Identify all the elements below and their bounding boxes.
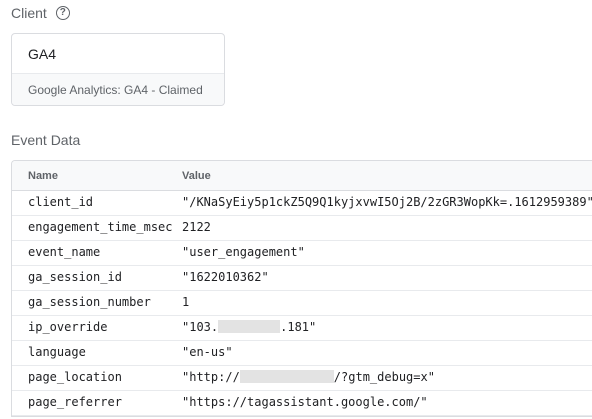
- row-name: ga_session_id: [28, 270, 122, 284]
- row-value: 1: [182, 295, 190, 309]
- table-row: ga_session_id "1622010362": [12, 266, 592, 291]
- row-name: page_referrer: [28, 395, 122, 409]
- row-value-redacted: "http:// /?gtm_debug=x": [182, 370, 435, 384]
- row-value: "user_engagement": [182, 245, 305, 259]
- client-header: Client ?: [11, 3, 70, 23]
- value-prefix: "103.: [182, 320, 219, 334]
- column-header-value: Value: [182, 170, 211, 182]
- table-row: ip_override "103. .181": [12, 316, 592, 341]
- table-header: Name Value: [12, 161, 592, 191]
- event-data-title: Event Data: [11, 132, 81, 148]
- row-value: 2122: [182, 220, 211, 234]
- row-value-redacted: "103. .181": [182, 320, 316, 334]
- client-description: Google Analytics: GA4 - Claimed: [28, 83, 203, 97]
- table-row: ga_session_number 1: [12, 291, 592, 316]
- row-name: client_id: [28, 195, 94, 209]
- row-name: page_location: [28, 370, 122, 384]
- row-value: "1622010362": [182, 270, 269, 284]
- column-header-name: Name: [28, 170, 58, 182]
- table-row: page_referrer "https://tagassistant.goog…: [12, 391, 592, 416]
- client-name: GA4: [28, 46, 57, 62]
- table-row: engagement_time_msec 2122: [12, 216, 592, 241]
- row-name: ip_override: [28, 320, 108, 334]
- value-suffix: .181": [280, 320, 317, 334]
- row-value: "en-us": [182, 345, 233, 359]
- row-value: "https://tagassistant.google.com/": [182, 395, 428, 409]
- redaction-block: [218, 320, 281, 333]
- client-section-title: Client: [11, 5, 47, 21]
- table-row: client_id "/KNaSyEiy5p1ckZ5Q9Q1kyjxvwI5O…: [12, 191, 592, 216]
- client-card-divider: [12, 73, 224, 74]
- help-circle-icon[interactable]: ?: [55, 6, 70, 20]
- table-row: language "en-us": [12, 341, 592, 366]
- row-value: "/KNaSyEiy5p1ckZ5Q9Q1kyjxvwI5Oj2B/2zGR3W…: [182, 195, 592, 209]
- client-card[interactable]: GA4 Google Analytics: GA4 - Claimed: [11, 33, 225, 106]
- tag-assistant-panel: Client ? GA4 Google Analytics: GA4 - Cla…: [0, 0, 592, 419]
- row-name: language: [28, 345, 86, 359]
- table-row: page_location "http:// /?gtm_debug=x": [12, 366, 592, 391]
- row-name: ga_session_number: [28, 295, 151, 309]
- table-row: event_name "user_engagement": [12, 241, 592, 266]
- value-suffix: /?gtm_debug=x": [333, 370, 435, 384]
- redaction-block: [239, 370, 334, 383]
- value-prefix: "http://: [182, 370, 240, 384]
- row-name: event_name: [28, 245, 101, 259]
- row-name: engagement_time_msec: [28, 220, 173, 234]
- event-data-table: Name Value client_id "/KNaSyEiy5p1ckZ5Q9…: [11, 160, 592, 417]
